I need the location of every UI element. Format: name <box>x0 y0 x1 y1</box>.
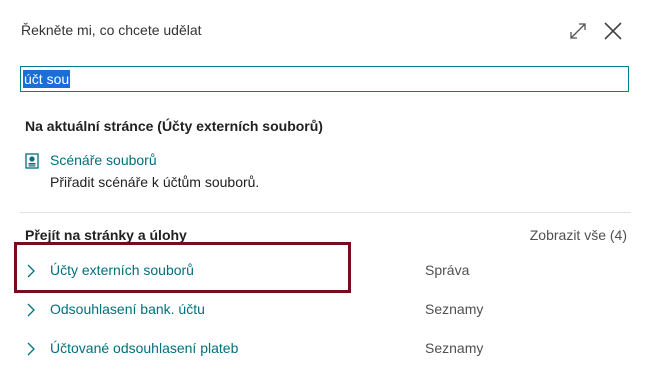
file-scenario-icon <box>25 153 39 169</box>
chevron-right-icon <box>26 303 36 317</box>
section-divider <box>20 212 631 213</box>
tell-me-dialog: Řekněte mi, co chcete udělat účt sou Na … <box>0 0 653 371</box>
file-scenarios-description: Přiřadit scénáře k účtům souborů. <box>50 174 260 190</box>
chevron-right-icon <box>26 264 36 278</box>
expand-icon[interactable] <box>566 19 590 43</box>
close-icon[interactable] <box>601 19 625 43</box>
result-label[interactable]: Účtované odsouhlasení plateb <box>50 340 238 356</box>
chevron-right-icon <box>26 342 36 356</box>
search-field[interactable]: účt sou <box>20 66 629 92</box>
current-page-section-title: Na aktuální stránce (Účty externích soub… <box>25 118 323 134</box>
dialog-title: Řekněte mi, co chcete udělat <box>21 22 202 38</box>
result-row-external-file-accounts[interactable]: Účty externích souborů Správa <box>20 256 631 286</box>
result-label[interactable]: Odsouhlasení bank. účtu <box>50 301 205 317</box>
search-input[interactable] <box>21 67 628 91</box>
result-label[interactable]: Účty externích souborů <box>50 262 194 278</box>
result-category: Seznamy <box>425 301 484 317</box>
show-all-link[interactable]: Zobrazit vše (4) <box>530 227 627 243</box>
result-category: Správa <box>425 262 470 278</box>
result-row-posted-payment-reconciliation[interactable]: Účtované odsouhlasení plateb Seznamy <box>20 334 631 364</box>
result-row-bank-reconciliation[interactable]: Odsouhlasení bank. účtu Seznamy <box>20 295 631 325</box>
result-category: Seznamy <box>425 340 484 356</box>
file-scenarios-link[interactable]: Scénáře souborů <box>50 152 157 168</box>
pages-tasks-section-title: Přejít na stránky a úlohy <box>25 227 187 243</box>
